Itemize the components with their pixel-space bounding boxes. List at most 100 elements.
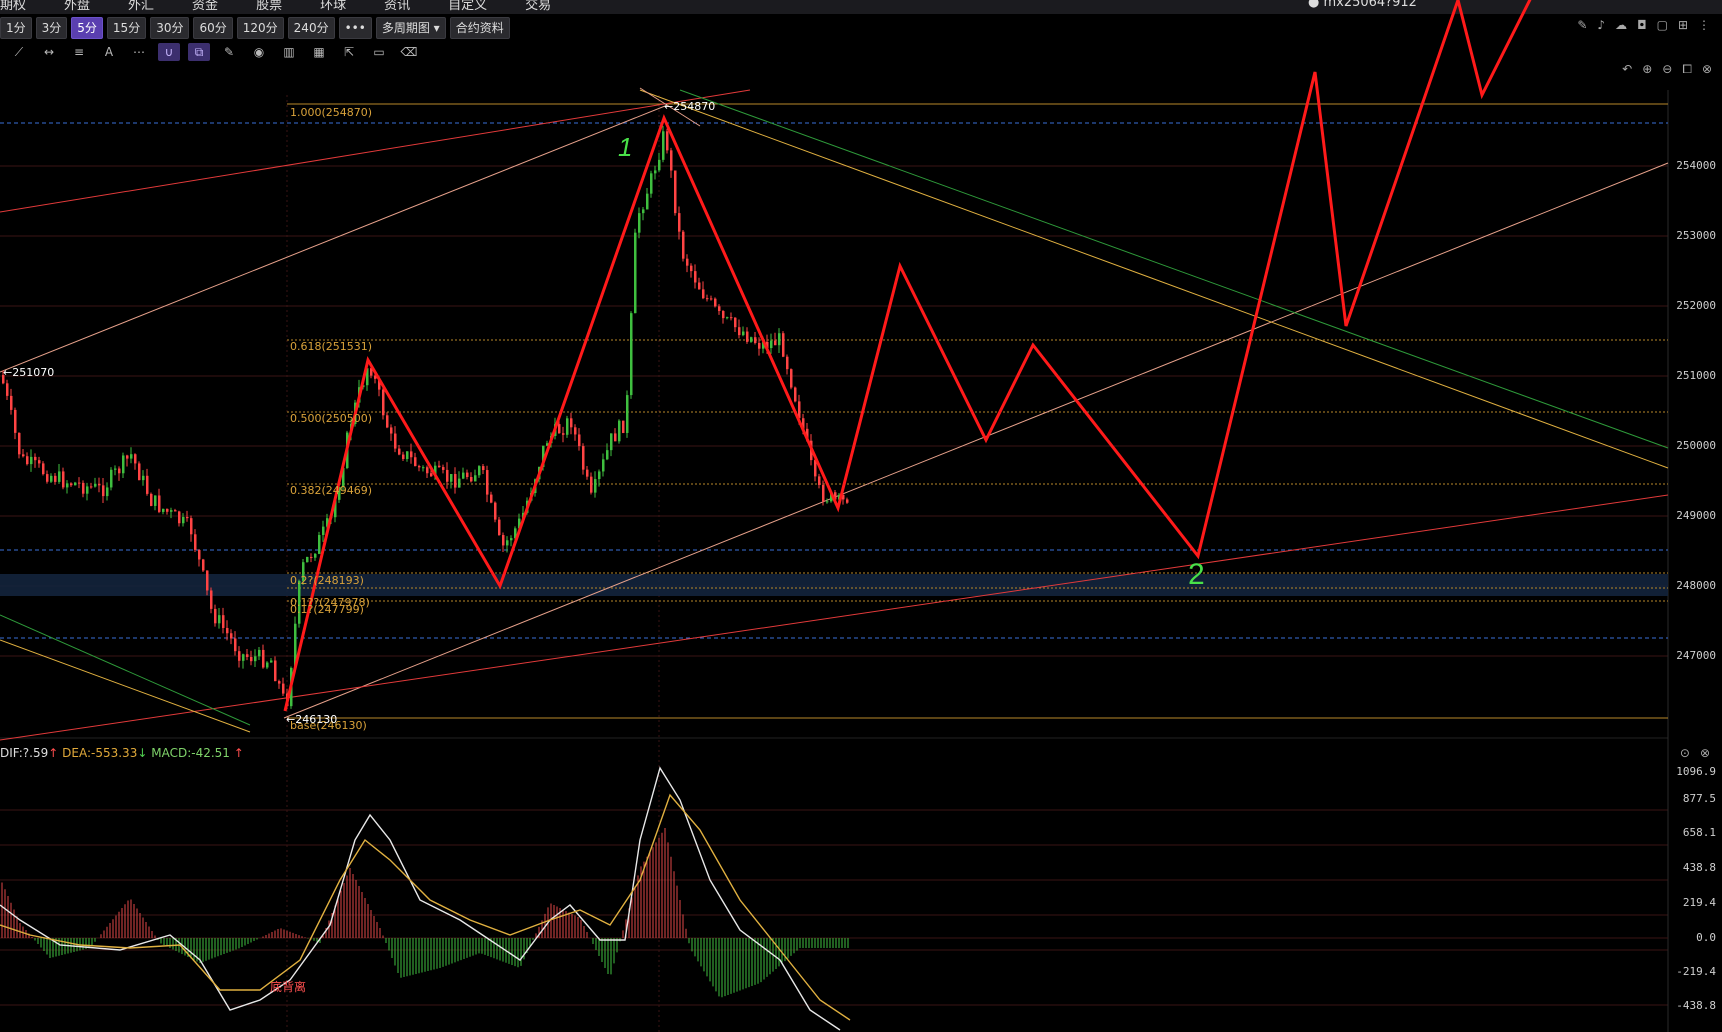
candle-body <box>254 656 257 662</box>
candle-body <box>710 298 713 300</box>
candle-body <box>250 656 253 662</box>
price-label: 247000 <box>1676 649 1716 662</box>
candle-body <box>782 333 785 357</box>
candle-body <box>190 518 193 535</box>
candle-body <box>458 478 461 488</box>
candle-body <box>718 306 721 312</box>
candle-body <box>46 474 49 482</box>
candle-body <box>674 170 677 214</box>
candle-body <box>118 468 121 474</box>
candle-body <box>270 660 273 663</box>
candle-body <box>558 424 561 434</box>
candle-body <box>94 483 97 487</box>
candle-body <box>230 633 233 639</box>
candle-body <box>730 317 733 319</box>
price-chart[interactable]: 1 2 <box>0 0 1722 1032</box>
fib-label: 1.000(254870) <box>290 106 373 119</box>
candle-body <box>234 638 237 652</box>
low-price-mark: ←246130 <box>286 713 338 726</box>
candle-body <box>622 420 625 433</box>
close-icon[interactable]: ⊗ <box>1700 746 1710 760</box>
candle-body <box>598 471 601 480</box>
candle-body <box>678 213 681 232</box>
candle-body <box>410 451 413 458</box>
candle-body <box>262 649 265 668</box>
candle-body <box>482 466 485 471</box>
candle-body <box>22 454 25 457</box>
candle-body <box>162 508 165 512</box>
candle-body <box>18 432 21 455</box>
candle-body <box>414 457 417 467</box>
price-label: 251000 <box>1676 369 1716 382</box>
macd-value: MACD:-42.51 <box>151 746 230 760</box>
candle-body <box>758 342 761 349</box>
price-label: 250000 <box>1676 439 1716 452</box>
macd-axis-label: 0.0 <box>1696 931 1716 944</box>
candle-body <box>502 535 505 546</box>
candle-body <box>626 395 629 433</box>
candle-body <box>310 556 313 558</box>
macd-axis-label: -219.4 <box>1676 965 1716 978</box>
candle-body <box>770 340 773 349</box>
candle-body <box>566 418 569 435</box>
candle-body <box>122 455 125 474</box>
dif-value: DIF:?.59 <box>0 746 49 760</box>
candle-body <box>130 454 133 459</box>
candle-body <box>322 526 325 536</box>
arrow-down-icon: ↓ <box>137 746 148 760</box>
candle-body <box>158 495 161 512</box>
candle-body <box>26 456 29 465</box>
candle-body <box>442 467 445 470</box>
arrow-up-icon: ↑ <box>233 746 244 760</box>
candle-body <box>394 433 397 449</box>
candle-body <box>726 317 729 319</box>
candle-body <box>818 476 821 485</box>
candle-body <box>454 474 457 488</box>
candle-body <box>314 553 317 558</box>
candle-body <box>498 519 501 536</box>
candle-body <box>738 327 741 336</box>
candle-body <box>86 486 89 494</box>
price-label: 248000 <box>1676 579 1716 592</box>
candle-body <box>790 369 793 388</box>
candle-body <box>822 484 825 502</box>
candle-body <box>386 415 389 428</box>
candle-body <box>586 469 589 477</box>
left-price-mark: ←251070 <box>3 366 55 379</box>
candle-body <box>318 535 321 554</box>
high-price-mark: ←254870 <box>664 100 716 113</box>
candle-body <box>582 446 585 470</box>
fib-label: 0.1?(247799) <box>290 603 364 616</box>
candle-body <box>510 538 513 541</box>
candle-body <box>426 467 429 474</box>
candle-body <box>402 454 405 459</box>
high-price-value: 254870 <box>673 100 716 113</box>
candle-body <box>686 258 689 266</box>
candle-body <box>774 340 777 346</box>
candle-body <box>702 289 705 299</box>
candle-body <box>222 615 225 628</box>
settings-icon[interactable]: ⊙ <box>1680 746 1690 760</box>
candle-body <box>70 483 73 486</box>
candle-body <box>238 651 241 661</box>
candle-body <box>102 485 105 497</box>
candle-body <box>618 420 621 442</box>
candle-body <box>398 448 401 455</box>
candle-body <box>178 511 181 524</box>
trend-lines <box>0 87 1669 741</box>
candle-body <box>382 389 385 416</box>
wave-2-mark: 2 <box>1188 558 1205 591</box>
candle-body <box>642 209 645 214</box>
candle-body <box>258 649 261 657</box>
candle-body <box>694 271 697 283</box>
price-label: 249000 <box>1676 509 1716 522</box>
candle-body <box>706 298 709 300</box>
macd-axis-label: 438.8 <box>1682 861 1716 874</box>
fib-label: 0.382(249469) <box>290 484 373 497</box>
candle-body <box>794 387 797 402</box>
candle-body <box>778 333 781 346</box>
macd-axis-label: 658.1 <box>1682 826 1716 839</box>
candle-body <box>14 409 17 433</box>
candle-body <box>418 466 421 468</box>
candle-body <box>98 483 101 486</box>
